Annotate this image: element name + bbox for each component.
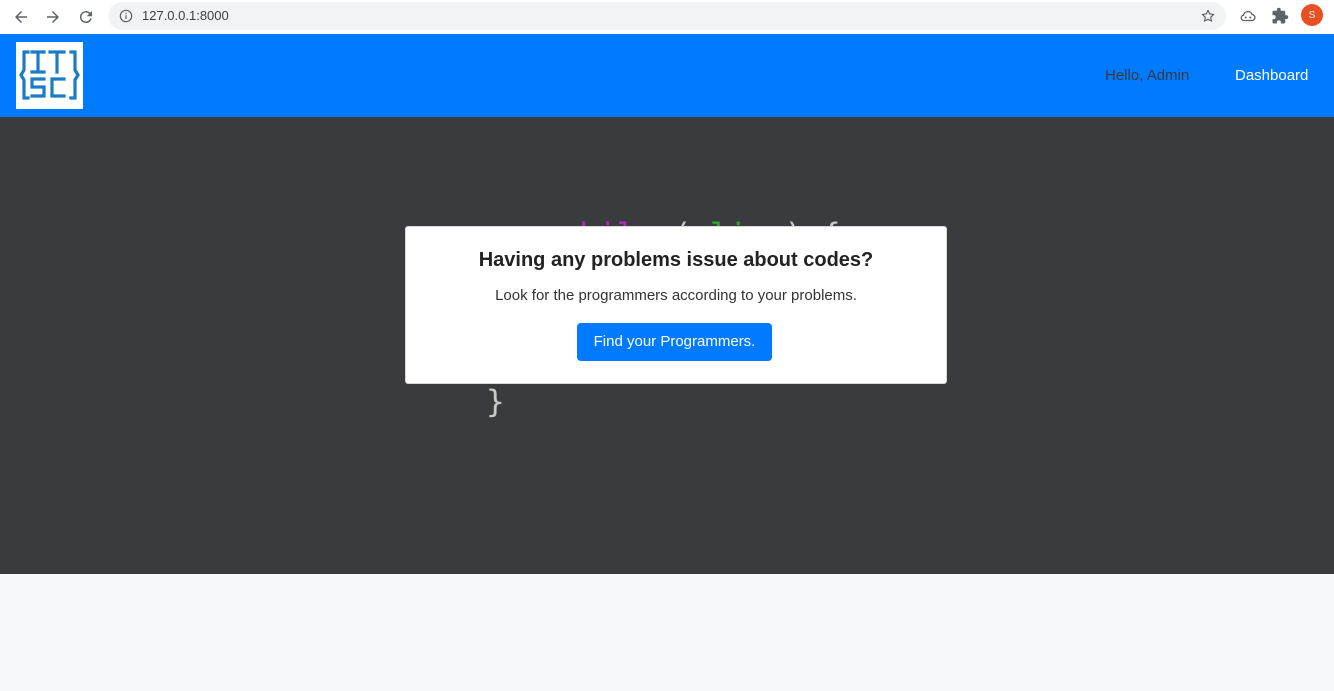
profile-avatar[interactable]: S	[1301, 4, 1323, 26]
address-bar[interactable]: 127.0.0.1:8000	[108, 2, 1226, 30]
site-logo[interactable]: .	[16, 42, 83, 109]
itsc-logo-icon: .	[19, 45, 80, 106]
find-programmers-button[interactable]: Find your Programmers.	[577, 323, 772, 361]
svg-text:.: .	[68, 91, 71, 101]
back-icon[interactable]	[10, 6, 32, 28]
star-icon[interactable]	[1200, 8, 1216, 24]
site-navbar: . Hello, Admin Dashboard	[0, 34, 1334, 117]
reload-icon[interactable]	[75, 6, 97, 28]
forward-icon[interactable]	[42, 6, 64, 28]
greeting-link[interactable]: Hello, Admin	[1105, 67, 1189, 84]
code-closing-brace: }	[486, 384, 505, 420]
extension-cloud-icon[interactable]	[1239, 7, 1257, 25]
info-icon[interactable]	[119, 9, 133, 23]
dashboard-link[interactable]: Dashboard	[1235, 67, 1308, 84]
card-text: Look for the programmers according to yo…	[495, 287, 857, 304]
puzzle-icon[interactable]	[1271, 7, 1289, 25]
cta-card: Having any problems issue about codes? L…	[405, 226, 947, 384]
url-text[interactable]: 127.0.0.1:8000	[142, 8, 229, 23]
browser-toolbar: 127.0.0.1:8000 S	[0, 0, 1334, 35]
card-title: Having any problems issue about codes?	[478, 249, 874, 271]
